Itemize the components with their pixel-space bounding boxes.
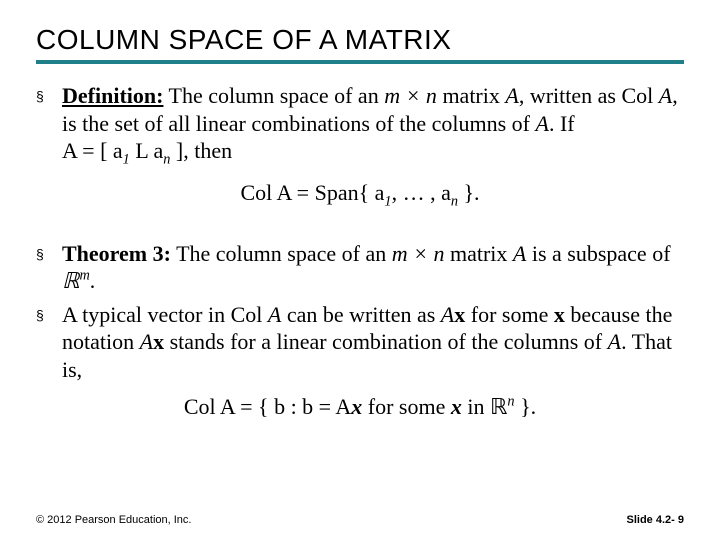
t: A typical vector in Col: [62, 302, 268, 327]
A: A: [659, 83, 672, 108]
bullet-marker: §: [36, 82, 62, 169]
t: , then: [183, 138, 232, 163]
t: 1: [123, 151, 130, 167]
t: ]: [170, 138, 183, 163]
t: n: [451, 194, 458, 210]
x: x: [351, 394, 362, 419]
mxn: m × n: [384, 83, 437, 108]
x: x: [451, 394, 462, 419]
A: A: [513, 241, 526, 266]
x: x: [554, 302, 565, 327]
A: A: [505, 83, 518, 108]
mxn: m × n: [392, 241, 445, 266]
t: matrix: [437, 83, 505, 108]
t: can be written as: [281, 302, 440, 327]
equation-colA: Col A = { b : b = Ax for some x in ℝn }.: [36, 393, 684, 421]
t: , … , a: [392, 180, 451, 205]
t: The column space of an: [171, 241, 392, 266]
page-title: COLUMN SPACE OF A MATRIX: [36, 24, 684, 56]
A: A: [441, 302, 454, 327]
t: matrix: [444, 241, 512, 266]
t: }.: [515, 394, 537, 419]
t: The column space of an: [163, 83, 384, 108]
t: n: [507, 394, 514, 410]
bullet-text: Definition: The column space of an m × n…: [62, 82, 684, 169]
t: is a subspace of: [526, 241, 670, 266]
slide-number: Slide 4.2- 9: [627, 514, 684, 526]
slide: COLUMN SPACE OF A MATRIX § Definition: T…: [0, 0, 720, 540]
bullet-definition: § Definition: The column space of an m ×…: [36, 82, 684, 169]
bullet-text: A typical vector in Col A can be written…: [62, 301, 684, 384]
t: 1: [384, 194, 391, 210]
bullet-theorem: § Theorem 3: The column space of an m × …: [36, 240, 684, 295]
Rm: ℝm: [62, 268, 90, 293]
t: m: [79, 268, 89, 284]
t: for some: [465, 302, 554, 327]
t: A = [ a: [62, 138, 123, 163]
t: in ℝ: [462, 394, 508, 419]
t: .: [90, 268, 96, 293]
t: for some: [362, 394, 451, 419]
t: ℝ: [62, 268, 79, 293]
bullet-marker: §: [36, 240, 62, 295]
t: Col A = { b : b = A: [184, 394, 351, 419]
t: Col A = Span{ a: [240, 180, 384, 205]
footer: © 2012 Pearson Education, Inc. Slide 4.2…: [36, 514, 684, 526]
t: stands for a linear combination of the c…: [164, 329, 608, 354]
bullet-text: Theorem 3: The column space of an m × n …: [62, 240, 684, 295]
t: L a: [130, 138, 163, 163]
bullet-list: § Definition: The column space of an m ×…: [36, 82, 684, 421]
t: }.: [458, 180, 480, 205]
bullet-marker: §: [36, 301, 62, 384]
matrix-eq: A = [ a1 L an ]: [62, 138, 183, 163]
A: A: [268, 302, 281, 327]
theorem-label: Theorem 3:: [62, 241, 171, 266]
definition-label: Definition:: [62, 83, 163, 108]
x: x: [454, 302, 465, 327]
copyright: © 2012 Pearson Education, Inc.: [36, 514, 191, 526]
t: , written as Col: [519, 83, 659, 108]
bullet-typical-vector: § A typical vector in Col A can be writt…: [36, 301, 684, 384]
A: A: [536, 111, 549, 136]
A: A: [140, 329, 153, 354]
t: . If: [549, 111, 575, 136]
equation-span: Col A = Span{ a1, … , an }.: [36, 179, 684, 211]
title-underline: [36, 60, 684, 64]
A: A: [608, 329, 621, 354]
x: x: [153, 329, 164, 354]
